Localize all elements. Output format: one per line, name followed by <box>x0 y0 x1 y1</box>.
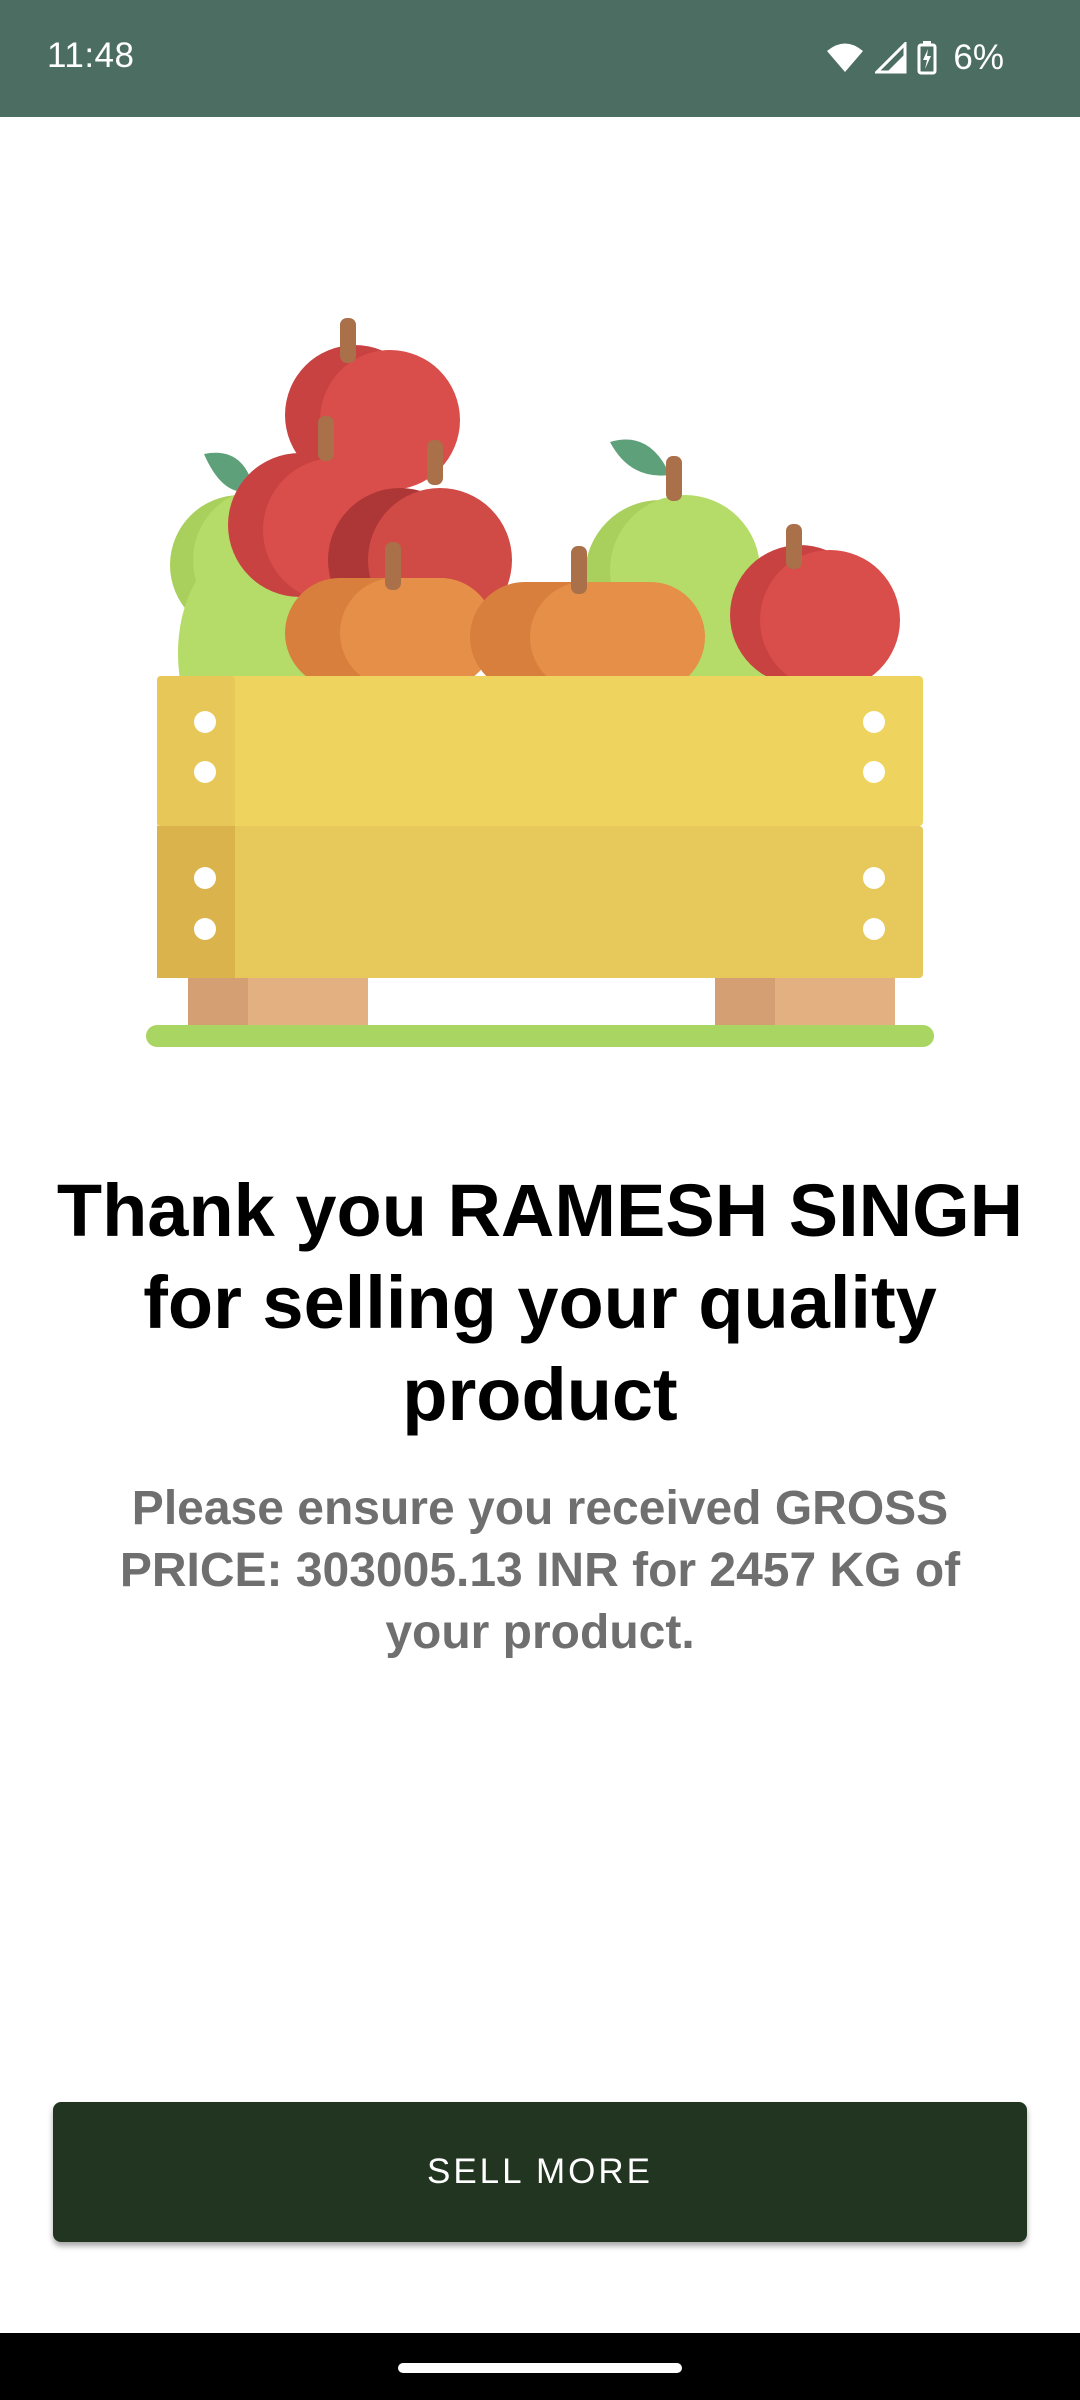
sell-more-button[interactable]: SELL MORE <box>53 2102 1027 2242</box>
wifi-icon <box>827 43 864 72</box>
home-gesture-handle[interactable] <box>398 2363 682 2373</box>
thank-you-heading: Thank you RAMESH SINGH for selling your … <box>56 1169 1024 1436</box>
fruit-crate-icon <box>146 318 934 1047</box>
status-icons: 6% <box>825 38 1004 78</box>
status-bar: 11:48 6% <box>0 0 1080 117</box>
status-time: 11:48 <box>47 36 135 75</box>
payment-confirmation-text: Please ensure you received GROSS PRICE: … <box>119 1482 961 1659</box>
navigation-bar <box>0 2333 1080 2400</box>
cell-signal-icon <box>875 42 907 74</box>
battery-charging-icon <box>917 41 937 75</box>
battery-percentage: 6% <box>953 38 1004 77</box>
